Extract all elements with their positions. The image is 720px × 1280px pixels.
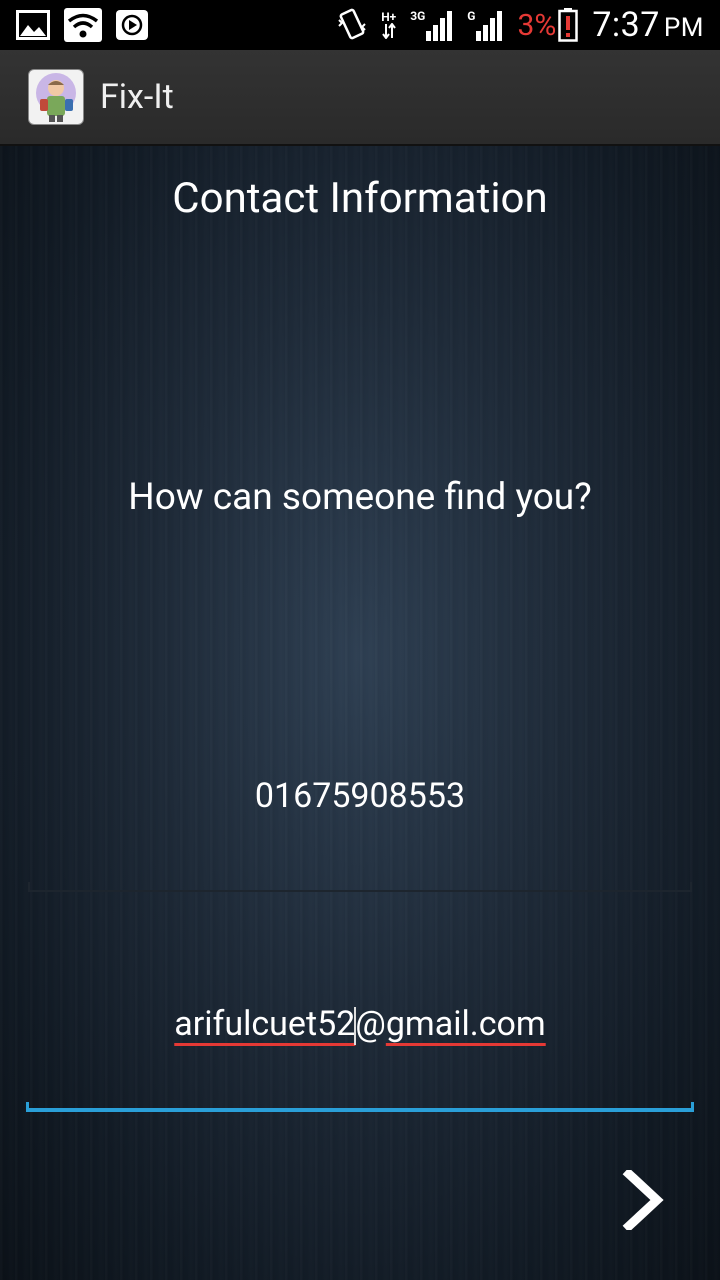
clock: 7:37 PM: [592, 5, 704, 45]
phone-value[interactable]: 01675908553: [28, 776, 692, 816]
battery-low-icon: [558, 8, 579, 42]
email-value[interactable]: arifulcuet52@gmail.com: [28, 1004, 692, 1046]
email-username: arifulcuet52: [174, 1004, 356, 1044]
page-title: Contact Information: [172, 174, 548, 223]
action-bar: Fix-It: [0, 50, 720, 146]
prompt-text: How can someone find you?: [128, 476, 592, 519]
email-domain: gmail.com: [385, 1004, 546, 1044]
signal-g-icon: G: [467, 9, 503, 41]
signal-3g-icon: 3G: [410, 9, 453, 41]
app-logo-icon[interactable]: [28, 69, 84, 125]
wifi-icon: [64, 8, 102, 42]
vibrate-icon: [337, 8, 367, 42]
status-left-icons: [16, 8, 148, 42]
email-field-underline-focused: [26, 1102, 694, 1112]
media-icon: [116, 10, 148, 40]
status-bar: H+ 3G G 3% 7:37 PM: [0, 0, 720, 50]
email-field[interactable]: arifulcuet52@gmail.com: [26, 986, 694, 1112]
chevron-right-icon: [622, 1170, 664, 1230]
hplus-network-icon: H+: [381, 11, 396, 39]
phone-field-underline: [28, 882, 692, 892]
battery-percentage: 3%: [517, 7, 557, 43]
next-button[interactable]: [618, 1170, 668, 1230]
email-at-sign: @: [355, 1004, 386, 1044]
app-title: Fix-It: [100, 77, 174, 117]
status-right-icons: H+ 3G G 3% 7:37 PM: [337, 5, 704, 45]
phone-field[interactable]: 01675908553: [28, 776, 692, 892]
gallery-icon: [16, 10, 50, 40]
contact-info-screen: Contact Information How can someone find…: [0, 146, 720, 1280]
